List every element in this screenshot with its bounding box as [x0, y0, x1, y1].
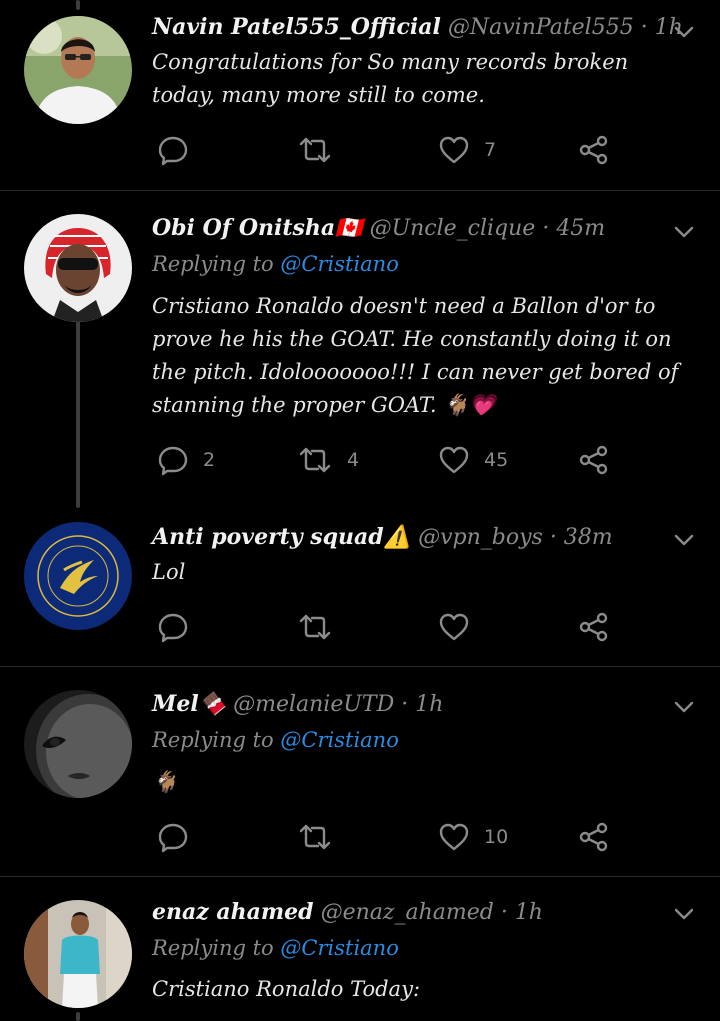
retweet-button[interactable]: [297, 132, 347, 168]
reply-icon: [158, 446, 188, 476]
tweet-header: Anti poverty squad⚠️ @vpn_boys · 38m: [152, 524, 613, 550]
reply-icon: [158, 136, 188, 166]
avatar[interactable]: [24, 690, 132, 798]
tweet-actions: [152, 609, 672, 645]
avatar[interactable]: [24, 16, 132, 124]
share-button[interactable]: [578, 609, 610, 645]
display-name[interactable]: Mel🍫: [152, 691, 226, 717]
chevron-down-icon[interactable]: [672, 528, 696, 552]
thread-line-bottom: [76, 1012, 80, 1021]
retweet-button[interactable]: 4: [297, 442, 359, 478]
retweet-button[interactable]: [297, 609, 347, 645]
share-button[interactable]: [578, 819, 610, 855]
mention-link[interactable]: @Cristiano: [280, 252, 398, 276]
tweet-text: Lol: [152, 560, 186, 584]
avatar[interactable]: [24, 900, 132, 1008]
like-button[interactable]: 7: [438, 132, 496, 168]
username[interactable]: @enaz_ahamed: [321, 900, 494, 925]
tweet-actions: 7: [152, 132, 672, 168]
replying-to-label: Replying to: [152, 252, 274, 276]
tweet-actions: 2 4 45: [152, 442, 672, 478]
divider: [0, 666, 720, 667]
heart-icon: [439, 613, 469, 641]
tweet-header: enaz ahamed @enaz_ahamed · 1h: [152, 899, 543, 925]
replying-to-label: Replying to: [152, 728, 274, 752]
share-button[interactable]: [578, 132, 610, 168]
tweet-header: Obi Of Onitsha🇨🇦 @Uncle_clique · 45m: [152, 215, 605, 241]
username[interactable]: @Uncle_clique: [370, 216, 536, 241]
like-count: 10: [484, 826, 509, 848]
retweet-icon: [299, 824, 331, 850]
divider: [0, 876, 720, 877]
retweet-button[interactable]: [297, 819, 347, 855]
reply-icon: [158, 823, 188, 853]
heart-icon: [439, 823, 469, 851]
avatar[interactable]: [24, 522, 132, 630]
display-name[interactable]: enaz ahamed: [152, 899, 314, 925]
tweet-text: Cristiano Ronaldo Today:: [152, 977, 421, 1001]
heart-icon: [439, 446, 469, 474]
timestamp[interactable]: · 38m: [550, 525, 613, 550]
like-button[interactable]: [438, 609, 484, 645]
username[interactable]: @NavinPatel555: [448, 15, 634, 40]
share-icon: [579, 612, 608, 642]
retweet-icon: [299, 137, 331, 163]
chevron-down-icon[interactable]: [672, 220, 696, 244]
mention-link[interactable]: @Cristiano: [280, 936, 398, 960]
replying-to-label: Replying to: [152, 936, 274, 960]
like-count: 45: [484, 449, 509, 471]
tweet-header: Navin Patel555_Official @NavinPatel555 ·…: [152, 14, 683, 40]
display-name[interactable]: Anti poverty squad⚠️: [152, 524, 411, 550]
like-button[interactable]: 45: [438, 442, 508, 478]
like-button[interactable]: 10: [438, 819, 508, 855]
retweet-count: 4: [347, 449, 360, 471]
share-button[interactable]: [578, 442, 610, 478]
chevron-down-icon[interactable]: [672, 20, 696, 44]
mention-link[interactable]: @Cristiano: [280, 728, 398, 752]
timestamp[interactable]: · 1h: [401, 692, 443, 717]
replying-to: Replying to @Cristiano: [152, 252, 399, 276]
divider: [0, 190, 720, 191]
heart-icon: [439, 136, 469, 164]
avatar[interactable]: [24, 214, 132, 322]
share-icon: [579, 135, 608, 165]
tweet-header: Mel🍫 @melanieUTD · 1h: [152, 691, 443, 717]
share-icon: [579, 445, 608, 475]
tweet-text: Cristiano Ronaldo doesn't need a Ballon …: [152, 294, 679, 417]
timestamp[interactable]: · 1h: [501, 900, 543, 925]
like-count: 7: [484, 139, 497, 161]
replying-to: Replying to @Cristiano: [152, 936, 399, 960]
replying-to: Replying to @Cristiano: [152, 728, 399, 752]
timestamp[interactable]: · 45m: [542, 216, 605, 241]
tweet-actions: 10: [152, 819, 672, 855]
display-name[interactable]: Navin Patel555_Official: [152, 14, 441, 40]
chevron-down-icon[interactable]: [672, 902, 696, 926]
reply-button[interactable]: [157, 132, 203, 168]
thread-line-obi: [76, 312, 80, 508]
share-icon: [579, 822, 608, 852]
chevron-down-icon[interactable]: [672, 695, 696, 719]
tweet-text: 🐐: [152, 770, 179, 794]
retweet-icon: [299, 614, 331, 640]
reply-button[interactable]: [157, 819, 203, 855]
reply-count: 2: [203, 449, 216, 471]
reply-button[interactable]: [157, 609, 203, 645]
retweet-icon: [299, 447, 331, 473]
thread-line-top: [76, 0, 80, 10]
tweet-text: Congratulations for So many records brok…: [152, 50, 629, 107]
reply-icon: [158, 613, 188, 643]
display-name[interactable]: Obi Of Onitsha🇨🇦: [152, 215, 363, 241]
username[interactable]: @melanieUTD: [233, 692, 394, 717]
reply-button[interactable]: 2: [157, 442, 215, 478]
username[interactable]: @vpn_boys: [418, 525, 543, 550]
